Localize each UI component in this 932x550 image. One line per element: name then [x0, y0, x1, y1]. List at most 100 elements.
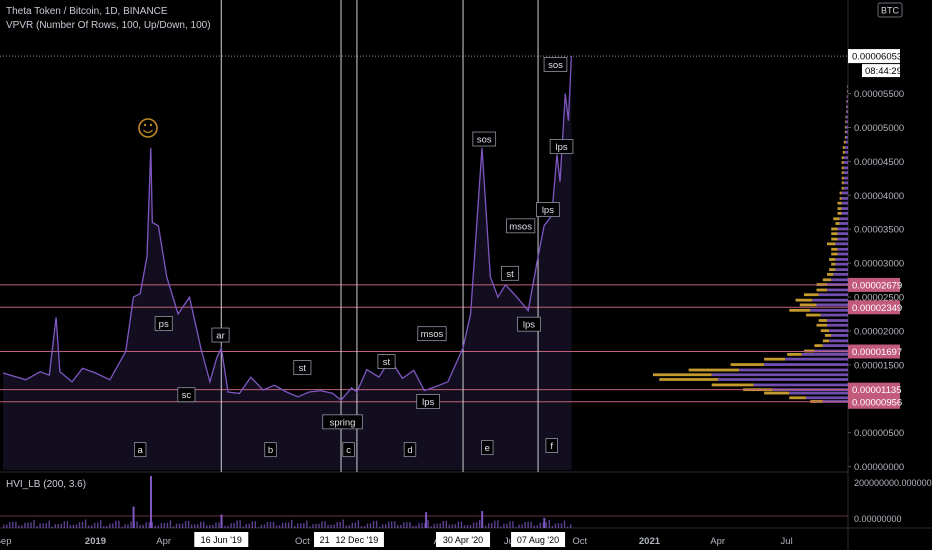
volume-profile-down-bar: [803, 293, 819, 297]
hvi-bar: [354, 522, 357, 528]
volume-profile-down-bar: [837, 207, 842, 210]
annotation-label: st: [383, 357, 391, 368]
hvi-bar: [242, 526, 244, 528]
hvi-spike-bar: [543, 517, 546, 528]
hvi-bar: [236, 520, 238, 528]
hvi-bar: [93, 522, 96, 528]
hvi-bar: [187, 520, 190, 528]
hvi-bar: [372, 520, 375, 528]
hvi-bar: [203, 521, 205, 528]
price-tick-label: 0.00004000: [854, 191, 904, 202]
volume-profile-down-bar: [846, 110, 847, 114]
volume-profile-up-bar: [837, 237, 848, 241]
volume-profile-down-bar: [831, 252, 838, 256]
volume-profile-up-bar: [820, 313, 848, 317]
volume-profile-up-bar: [827, 323, 848, 327]
volume-profile-up-bar: [841, 197, 848, 200]
hvi-bar: [463, 525, 466, 528]
hvi-spike-bar: [220, 514, 223, 528]
volume-profile-up-bar: [839, 217, 848, 221]
hvi-bar: [336, 522, 338, 528]
volume-profile-up-bar: [806, 396, 848, 400]
hvi-bar: [436, 523, 438, 528]
hvi-bar: [297, 523, 299, 528]
annotation-label: st: [299, 363, 307, 374]
hvi-bar: [439, 523, 441, 528]
hvi-bar: [230, 523, 232, 528]
annotation-label: sos: [477, 135, 492, 146]
time-tick-label: Oct: [295, 536, 310, 547]
volume-profile-down-bar: [818, 319, 828, 322]
hvi-bar: [460, 521, 463, 528]
volume-profile-up-bar: [812, 298, 848, 302]
hvi-bar: [72, 524, 75, 528]
hvi-bar: [363, 526, 366, 528]
volume-profile-up-bar: [843, 176, 848, 180]
volume-profile-up-bar: [837, 252, 848, 256]
hvi-bar: [136, 521, 138, 528]
hvi-bar: [566, 526, 569, 528]
date-marker-label: 30 Apr '20: [443, 535, 483, 545]
volume-profile-up-bar: [818, 293, 848, 297]
hvi-bar: [278, 525, 281, 528]
volume-profile-up-bar: [844, 146, 848, 149]
hvi-bar: [330, 524, 332, 528]
hvi-bar: [445, 520, 447, 528]
hvi-bar: [87, 525, 90, 528]
hvi-bar: [148, 522, 150, 528]
date-marker-label: 12 Dec '19: [336, 535, 379, 545]
volume-profile-up-bar: [829, 329, 848, 333]
hvi-bar: [339, 521, 341, 528]
hvi-bar: [245, 523, 247, 528]
hvi-bar: [345, 525, 347, 528]
hvi-bar: [454, 524, 457, 528]
hvi-bar: [533, 525, 535, 528]
hvi-bar: [263, 524, 266, 528]
indicator-title: VPVR (Number Of Rows, 100, Up/Down, 100): [6, 20, 211, 31]
hvi-bar: [15, 521, 17, 528]
hvi-bar: [324, 521, 326, 528]
annotation-label: lps: [542, 205, 554, 216]
hvi-bar: [503, 523, 505, 528]
hvi-bar: [78, 522, 81, 528]
hvi-bar: [172, 526, 175, 528]
hvi-bar: [260, 524, 263, 528]
hvi-bar: [254, 521, 257, 528]
hvi-bar: [97, 522, 99, 528]
hvi-bar: [512, 521, 514, 528]
volume-profile-up-bar: [816, 303, 848, 307]
hvi-bar: [81, 521, 84, 528]
volume-profile-up-bar: [827, 319, 848, 322]
volume-profile-up-bar: [837, 247, 848, 251]
hvi-bar: [294, 525, 296, 528]
chart-canvas[interactable]: psarscstspringstmsoslpssosstmsoslpslpslp…: [0, 0, 932, 550]
hvi-bar: [224, 525, 226, 528]
volume-profile-down-bar: [841, 176, 844, 180]
hvi-spike-bar: [150, 476, 153, 528]
hvi-bar: [27, 522, 29, 528]
hvi-bar: [451, 524, 454, 528]
volume-profile-up-bar: [845, 140, 848, 144]
hvi-bar: [430, 526, 432, 528]
annotation-label: sc: [182, 390, 192, 401]
hvi-bar: [169, 520, 172, 528]
annotation-label: c: [346, 445, 351, 456]
volume-profile-down-bar: [845, 120, 847, 124]
hvi-bar: [418, 523, 420, 528]
hvi-bar: [63, 521, 66, 528]
hvi-bar: [442, 521, 444, 528]
hvi-bar: [45, 523, 47, 528]
volume-profile-down-bar: [764, 357, 786, 361]
hvi-bar: [485, 525, 487, 528]
annotation-label: msos: [509, 221, 532, 232]
volume-profile-down-bar: [789, 396, 807, 400]
annotation-label: f: [550, 441, 553, 452]
volume-profile-down-bar: [843, 140, 846, 144]
hvi-bar: [6, 524, 8, 528]
annotation-label: d: [407, 445, 412, 456]
hvi-bar: [218, 522, 220, 528]
hvi-bar: [509, 521, 511, 528]
hvi-bar: [145, 522, 147, 528]
hvi-bar: [24, 522, 26, 528]
volume-profile-down-bar: [846, 105, 847, 109]
